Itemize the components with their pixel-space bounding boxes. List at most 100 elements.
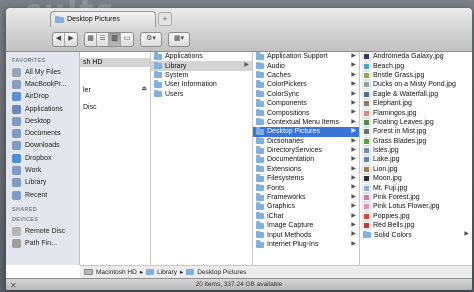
folder-icon xyxy=(256,202,264,210)
list-item[interactable]: Filesystems ▶ xyxy=(253,174,359,183)
list-item[interactable]: Mt. Fuji.jpg xyxy=(360,183,472,192)
list-item[interactable]: Audio ▶ xyxy=(253,61,359,70)
disclosure-arrow-icon: ▶ xyxy=(351,62,356,69)
list-item[interactable]: Pink Forest.jpg xyxy=(360,193,472,202)
sidebar-item[interactable]: Path Fin... xyxy=(6,238,79,250)
arrange-menu-button[interactable]: ▦▾ xyxy=(169,33,189,46)
disclosure-arrow-icon: ▶ xyxy=(351,128,356,135)
list-item[interactable]: Graphics ▶ xyxy=(253,202,359,211)
list-item[interactable]: Library ▶ xyxy=(151,61,252,71)
eject-icon[interactable]: ⏏ xyxy=(141,85,147,92)
list-item[interactable]: Input Methods ▶ xyxy=(253,230,359,239)
disclosure-arrow-icon: ▶ xyxy=(244,62,249,69)
list-item[interactable]: Frameworks ▶ xyxy=(253,193,359,202)
list-item-label: Components xyxy=(267,100,307,108)
list-item[interactable]: Beach.jpg xyxy=(360,61,472,70)
list-item[interactable]: Andromeda Galaxy.jpg xyxy=(360,52,472,61)
resize-sidebar-icon[interactable]: ✕ xyxy=(10,280,17,290)
list-item[interactable]: Solid Colors ▶ xyxy=(360,230,472,239)
home-icon xyxy=(12,79,21,89)
list-item[interactable]: ler ⏏ xyxy=(80,85,150,94)
list-item[interactable]: Applications xyxy=(151,52,252,61)
list-item[interactable]: iChat ▶ xyxy=(253,211,359,221)
titlebar: Desktop Pictures + ◀ ▶ ▦ ☰ ▥ ▭ ⚙▾ ▦▾ xyxy=(6,8,472,52)
folder-icon xyxy=(256,61,264,70)
list-item[interactable]: Lion.jpg xyxy=(360,165,472,174)
list-item[interactable]: Pink Lotus Flower.jpg xyxy=(360,202,472,211)
sidebar-item[interactable]: Applications xyxy=(6,103,79,115)
folder-icon xyxy=(256,99,264,107)
airdrop-icon xyxy=(12,92,21,102)
path-item-macintosh-hd[interactable]: Macintosh HD xyxy=(96,269,137,276)
disclosure-arrow-icon: ▶ xyxy=(351,165,356,172)
sidebar-item[interactable]: Recent xyxy=(6,189,79,201)
list-item[interactable]: Isles.jpg xyxy=(360,146,472,155)
list-item[interactable]: Forest in Mist.jpg xyxy=(360,127,472,136)
icon-view-button[interactable]: ▦ xyxy=(85,32,97,46)
list-item-label: Contextual Menu Items xyxy=(267,118,339,126)
path-bar: Macintosh HD ▸ Library ▸ Desktop Picture… xyxy=(80,265,472,278)
recent-icon xyxy=(12,190,21,200)
path-item-desktop-pictures[interactable]: Desktop Pictures xyxy=(197,269,246,276)
image-thumbnail-icon xyxy=(363,109,370,117)
list-item[interactable]: Compositions ▶ xyxy=(253,108,359,117)
list-item[interactable]: Grass Blades.jpg xyxy=(360,137,472,146)
sidebar-item[interactable]: Dropbox xyxy=(6,152,79,164)
path-item-library[interactable]: Library xyxy=(157,269,177,276)
list-item[interactable]: ColorPickers ▶ xyxy=(253,80,359,89)
list-item[interactable]: Elephant.jpg xyxy=(360,99,472,108)
list-item[interactable]: DirectoryServices ▶ xyxy=(253,146,359,155)
list-item-label: Extensions xyxy=(267,165,302,173)
folder-icon xyxy=(256,108,264,117)
sidebar-item-label: Path Fin... xyxy=(25,240,57,248)
sidebar-item[interactable]: Documents xyxy=(6,127,79,139)
list-view-button[interactable]: ☰ xyxy=(97,32,109,46)
sidebar-item[interactable]: Work xyxy=(6,164,79,176)
back-button[interactable]: ◀ xyxy=(53,32,65,46)
column-view-button[interactable]: ▥ xyxy=(109,32,121,46)
action-menu-button[interactable]: ⚙▾ xyxy=(141,33,161,46)
list-item[interactable]: Bristle Grass.jpg xyxy=(360,71,472,80)
list-item[interactable]: Flamingos.jpg xyxy=(360,108,472,117)
list-item[interactable]: Desktop Pictures ▶ xyxy=(253,127,359,137)
list-item[interactable]: Application Support ▶ xyxy=(253,52,359,61)
sidebar-item[interactable]: MacBookPr... xyxy=(6,78,79,90)
list-item[interactable]: Dictionaries ▶ xyxy=(253,136,359,146)
list-item[interactable]: Eagle & Waterfall.jpg xyxy=(360,90,472,99)
sidebar-item[interactable]: AirDrop xyxy=(6,91,79,103)
list-item[interactable]: Moon.jpg xyxy=(360,174,472,183)
list-item[interactable]: Floating Leaves.jpg xyxy=(360,118,472,127)
list-item[interactable]: sh HD xyxy=(80,58,150,68)
favorites-list: All My Files MacBookPr... AirDrop Applicati… xyxy=(6,66,79,201)
list-item[interactable]: Ducks on a Misty Pond.jpg xyxy=(360,80,472,89)
list-item[interactable]: Lake.jpg xyxy=(360,155,472,164)
list-item[interactable]: System xyxy=(151,70,252,80)
list-item[interactable]: Fonts ▶ xyxy=(253,183,359,192)
list-item[interactable]: ColorSync ▶ xyxy=(253,89,359,99)
sidebar-item[interactable]: Downloads xyxy=(6,140,79,152)
folder-icon xyxy=(256,183,264,192)
list-item[interactable]: Users xyxy=(151,89,252,99)
list-item[interactable]: Poppies.jpg xyxy=(360,212,472,221)
sidebar-item[interactable]: All My Files xyxy=(6,66,79,78)
list-item[interactable]: User Information xyxy=(151,80,252,89)
list-item[interactable]: Caches ▶ xyxy=(253,70,359,80)
sidebar-item[interactable]: Remote Disc xyxy=(6,225,79,237)
sidebar-item[interactable]: Desktop xyxy=(6,115,79,127)
new-tab-button[interactable]: + xyxy=(158,12,172,26)
disclosure-arrow-icon: ▶ xyxy=(351,109,356,116)
list-item[interactable]: Extensions ▶ xyxy=(253,164,359,174)
list-item[interactable]: Components ▶ xyxy=(253,99,359,108)
image-thumbnail-icon xyxy=(363,90,370,98)
list-item[interactable]: Documentation ▶ xyxy=(253,155,359,164)
coverflow-view-button[interactable]: ▭ xyxy=(121,33,133,46)
disclosure-arrow-icon: ▶ xyxy=(351,90,356,97)
sidebar-item[interactable]: Library xyxy=(6,177,79,189)
forward-button[interactable]: ▶ xyxy=(65,33,77,46)
list-item[interactable]: Contextual Menu Items ▶ xyxy=(253,117,359,127)
tab-desktop-pictures[interactable]: Desktop Pictures xyxy=(50,11,156,27)
list-item[interactable]: Image Capture ▶ xyxy=(253,221,359,230)
list-item[interactable]: Internet Plug-Ins ▶ xyxy=(253,240,359,249)
list-item[interactable]: Red Bells.jpg xyxy=(360,221,472,230)
list-item[interactable]: Disc xyxy=(80,103,150,112)
